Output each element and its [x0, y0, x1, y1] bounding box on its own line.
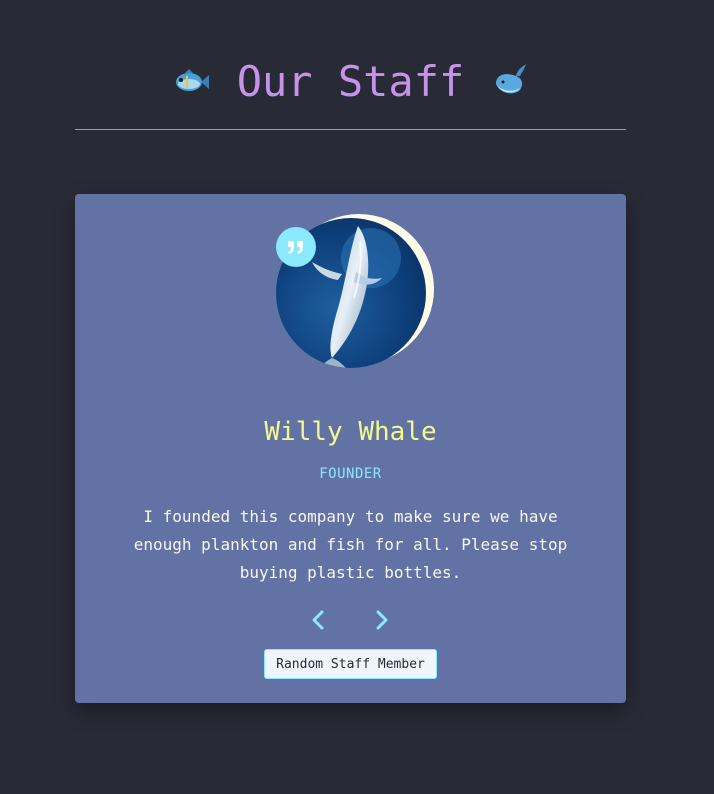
avatar-container — [276, 214, 436, 374]
whale-icon — [490, 60, 530, 100]
page-title-text: Our Staff — [236, 57, 465, 106]
page-title: Our Staff — [75, 56, 626, 108]
staff-bio: I founded this company to make sure we h… — [133, 507, 568, 582]
next-staff-button[interactable] — [367, 606, 397, 634]
fish-icon — [171, 60, 211, 100]
previous-staff-button[interactable] — [303, 606, 333, 634]
random-staff-button[interactable]: Random Staff Member — [264, 649, 437, 679]
staff-name: Willy Whale — [264, 417, 437, 447]
chevron-right-icon — [376, 610, 388, 630]
quote-icon — [276, 227, 316, 267]
staff-navigation — [303, 606, 399, 634]
page-header: Our Staff — [75, 0, 626, 130]
staff-card: Willy Whale FOUNDER I founded this compa… — [75, 194, 626, 703]
staff-role: FOUNDER — [319, 466, 382, 482]
chevron-left-icon — [312, 610, 324, 630]
